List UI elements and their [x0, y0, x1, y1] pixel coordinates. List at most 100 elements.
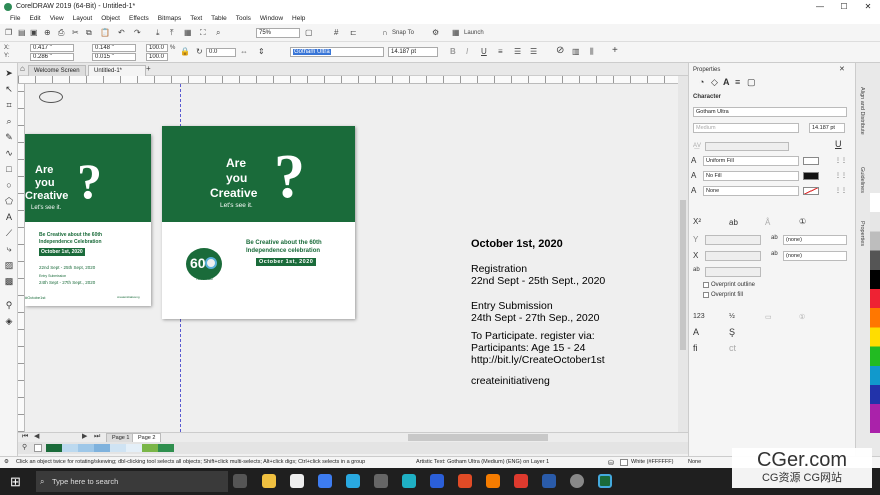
discretionary-ligature-icon[interactable]: ct	[729, 343, 736, 353]
new-document-icon[interactable]: ❐	[5, 27, 12, 39]
width-field[interactable]: 0.148 "	[92, 44, 136, 52]
palette-eyedropper-icon[interactable]: ⚲	[22, 442, 27, 454]
menu-bitmaps[interactable]: Bitmaps	[158, 15, 181, 22]
stylistic-set-icon[interactable]: ▭	[765, 313, 772, 321]
paler-blue-swatch[interactable]	[126, 444, 142, 452]
docker-close-icon[interactable]: ✕	[839, 65, 845, 73]
snap-magnet-icon[interactable]: ∩	[382, 27, 388, 39]
frame-tab-icon[interactable]: ▢	[747, 77, 756, 88]
character-properties-icon[interactable]: ⊘	[556, 45, 564, 57]
interactive-fill-icon[interactable]: ◈	[3, 315, 15, 327]
crop-tool-icon[interactable]: ⌗	[3, 99, 15, 111]
print-icon[interactable]: ⎙	[58, 27, 64, 39]
bold-button[interactable]: B	[450, 46, 456, 58]
redo-icon[interactable]: ↷	[134, 27, 141, 39]
baseline-shift-field[interactable]	[705, 235, 761, 245]
panel-weight-field[interactable]: Medium	[693, 123, 799, 133]
drawing-canvas[interactable]: Are you Creative Let's see it. ? Be Crea…	[25, 84, 678, 432]
publish-pdf-icon[interactable]: ▦	[184, 27, 192, 39]
overline-dropdown[interactable]: (none)	[783, 251, 847, 261]
menu-tools[interactable]: Tools	[236, 15, 251, 22]
character-tab-icon[interactable]: A	[723, 77, 730, 87]
outline-settings-icon[interactable]: ⋮⋮	[835, 187, 847, 194]
text-date[interactable]: October 1st, 2020	[471, 238, 563, 250]
grid-icon[interactable]: #	[334, 27, 338, 39]
align-left-icon[interactable]: ≡	[498, 46, 503, 58]
background-fill-dropdown[interactable]: No Fill	[703, 171, 799, 181]
app-icon-9[interactable]	[458, 474, 472, 488]
export-icon[interactable]: ⤒	[170, 27, 174, 39]
rotation-angle-field[interactable]: 0.0	[206, 48, 236, 57]
left-card[interactable]: Are you Creative Let's see it. ? Be Crea…	[25, 134, 151, 306]
store-icon[interactable]	[290, 474, 304, 488]
dark-green-swatch[interactable]	[158, 444, 174, 452]
zoom-level-field[interactable]: 75%	[256, 28, 300, 38]
shape-tool-icon[interactable]: ↖	[3, 83, 15, 95]
strikethrough-dropdown[interactable]: (none)	[783, 235, 847, 245]
dropbox-icon[interactable]	[318, 474, 332, 488]
text-participants[interactable]: Participants: Age 15 - 24	[471, 342, 585, 354]
panel-size-field[interactable]: 14.187 pt	[809, 123, 845, 133]
text-handle[interactable]: createinitiativeng	[471, 375, 550, 387]
windows-start-icon[interactable]: ⊞	[10, 474, 21, 490]
fill-type-dropdown[interactable]: Uniform Fill	[703, 156, 799, 166]
add-plus-icon[interactable]: +	[612, 45, 618, 57]
full-page-view-icon[interactable]: ▢	[305, 27, 313, 39]
connector-tool-icon[interactable]: ⤷	[3, 243, 15, 255]
app-icon-8[interactable]	[430, 474, 444, 488]
no-color-swatch[interactable]	[34, 444, 42, 452]
contextual-alternates-icon[interactable]: Ş	[729, 327, 735, 337]
menu-table[interactable]: Table	[211, 15, 227, 22]
undo-icon[interactable]: ↶	[118, 27, 125, 39]
vertical-ruler[interactable]	[18, 84, 25, 432]
ordinals-icon[interactable]: ①	[799, 313, 805, 321]
file-explorer-icon[interactable]	[262, 474, 276, 488]
mirror-horizontal-icon[interactable]: ⇔	[240, 46, 248, 58]
ordinal-icon[interactable]: ①	[799, 217, 806, 226]
bullet-list-icon[interactable]: ☰	[514, 46, 521, 58]
horizontal-scroll-thumb[interactable]	[408, 434, 548, 441]
drop-shadow-icon[interactable]: ▨	[3, 259, 15, 271]
text-participate[interactable]: To Participate. register via:	[471, 330, 595, 342]
ligatures-icon[interactable]: fi	[693, 343, 698, 353]
vertical-text-icon[interactable]: ⫼	[590, 46, 594, 58]
tab-welcome-screen[interactable]: Welcome Screen	[28, 65, 86, 76]
status-fill-swatch[interactable]	[620, 459, 628, 466]
minimize-button[interactable]: —	[808, 0, 832, 13]
import-icon[interactable]: ⤓	[156, 27, 160, 39]
launch-dropdown[interactable]: Launch	[464, 27, 484, 39]
swash-icon[interactable]: A	[693, 327, 699, 337]
zoom-icon[interactable]: ⌕	[216, 27, 220, 39]
menu-text[interactable]: Text	[190, 15, 202, 22]
menu-help[interactable]: Help	[292, 15, 305, 22]
parallel-dimension-icon[interactable]: ⟋	[3, 227, 15, 239]
numbered-list-icon[interactable]: ☰	[530, 46, 537, 58]
superscript-icon[interactable]: X²	[693, 217, 701, 226]
scale-y-field[interactable]: 100.0	[146, 53, 168, 61]
font-size-field[interactable]: 14.187 pt	[388, 47, 438, 57]
rectangle-tool-icon[interactable]: □	[3, 163, 15, 175]
pale-blue-swatch[interactable]	[110, 444, 126, 452]
artistic-media-icon[interactable]: ∿	[3, 147, 15, 159]
numerals-icon[interactable]: 123	[693, 313, 705, 320]
text-frame-icon[interactable]: ▥	[572, 46, 580, 58]
text-entry-dates[interactable]: 24th Sept - 27th Sep., 2020	[471, 312, 599, 324]
vlc-icon[interactable]	[486, 474, 500, 488]
fill-tab-icon[interactable]: ◇	[711, 77, 718, 88]
lime-swatch[interactable]	[142, 444, 158, 452]
home-icon[interactable]: ⌂	[20, 63, 25, 75]
fractions-icon[interactable]: ½	[729, 313, 735, 320]
word-icon[interactable]	[542, 474, 556, 488]
tab-untitled-1[interactable]: Untitled-1*	[88, 65, 146, 76]
y-position-field[interactable]: 0.286 "	[30, 53, 74, 61]
text-url[interactable]: http://bit.ly/CreateOctober1st	[471, 354, 605, 366]
status-gear-icon[interactable]: ⚙	[4, 457, 9, 468]
vertical-scroll-thumb[interactable]	[680, 200, 686, 350]
italic-button[interactable]: I	[466, 46, 468, 58]
save-icon[interactable]: ▣	[30, 27, 38, 39]
open-icon[interactable]: ▤	[18, 27, 26, 39]
panel-font-field[interactable]: Gotham Ultra	[693, 107, 847, 117]
options-gear-icon[interactable]: ⚙	[432, 27, 439, 39]
task-view-icon[interactable]	[233, 474, 247, 488]
fill-color-swatch[interactable]	[803, 157, 819, 165]
